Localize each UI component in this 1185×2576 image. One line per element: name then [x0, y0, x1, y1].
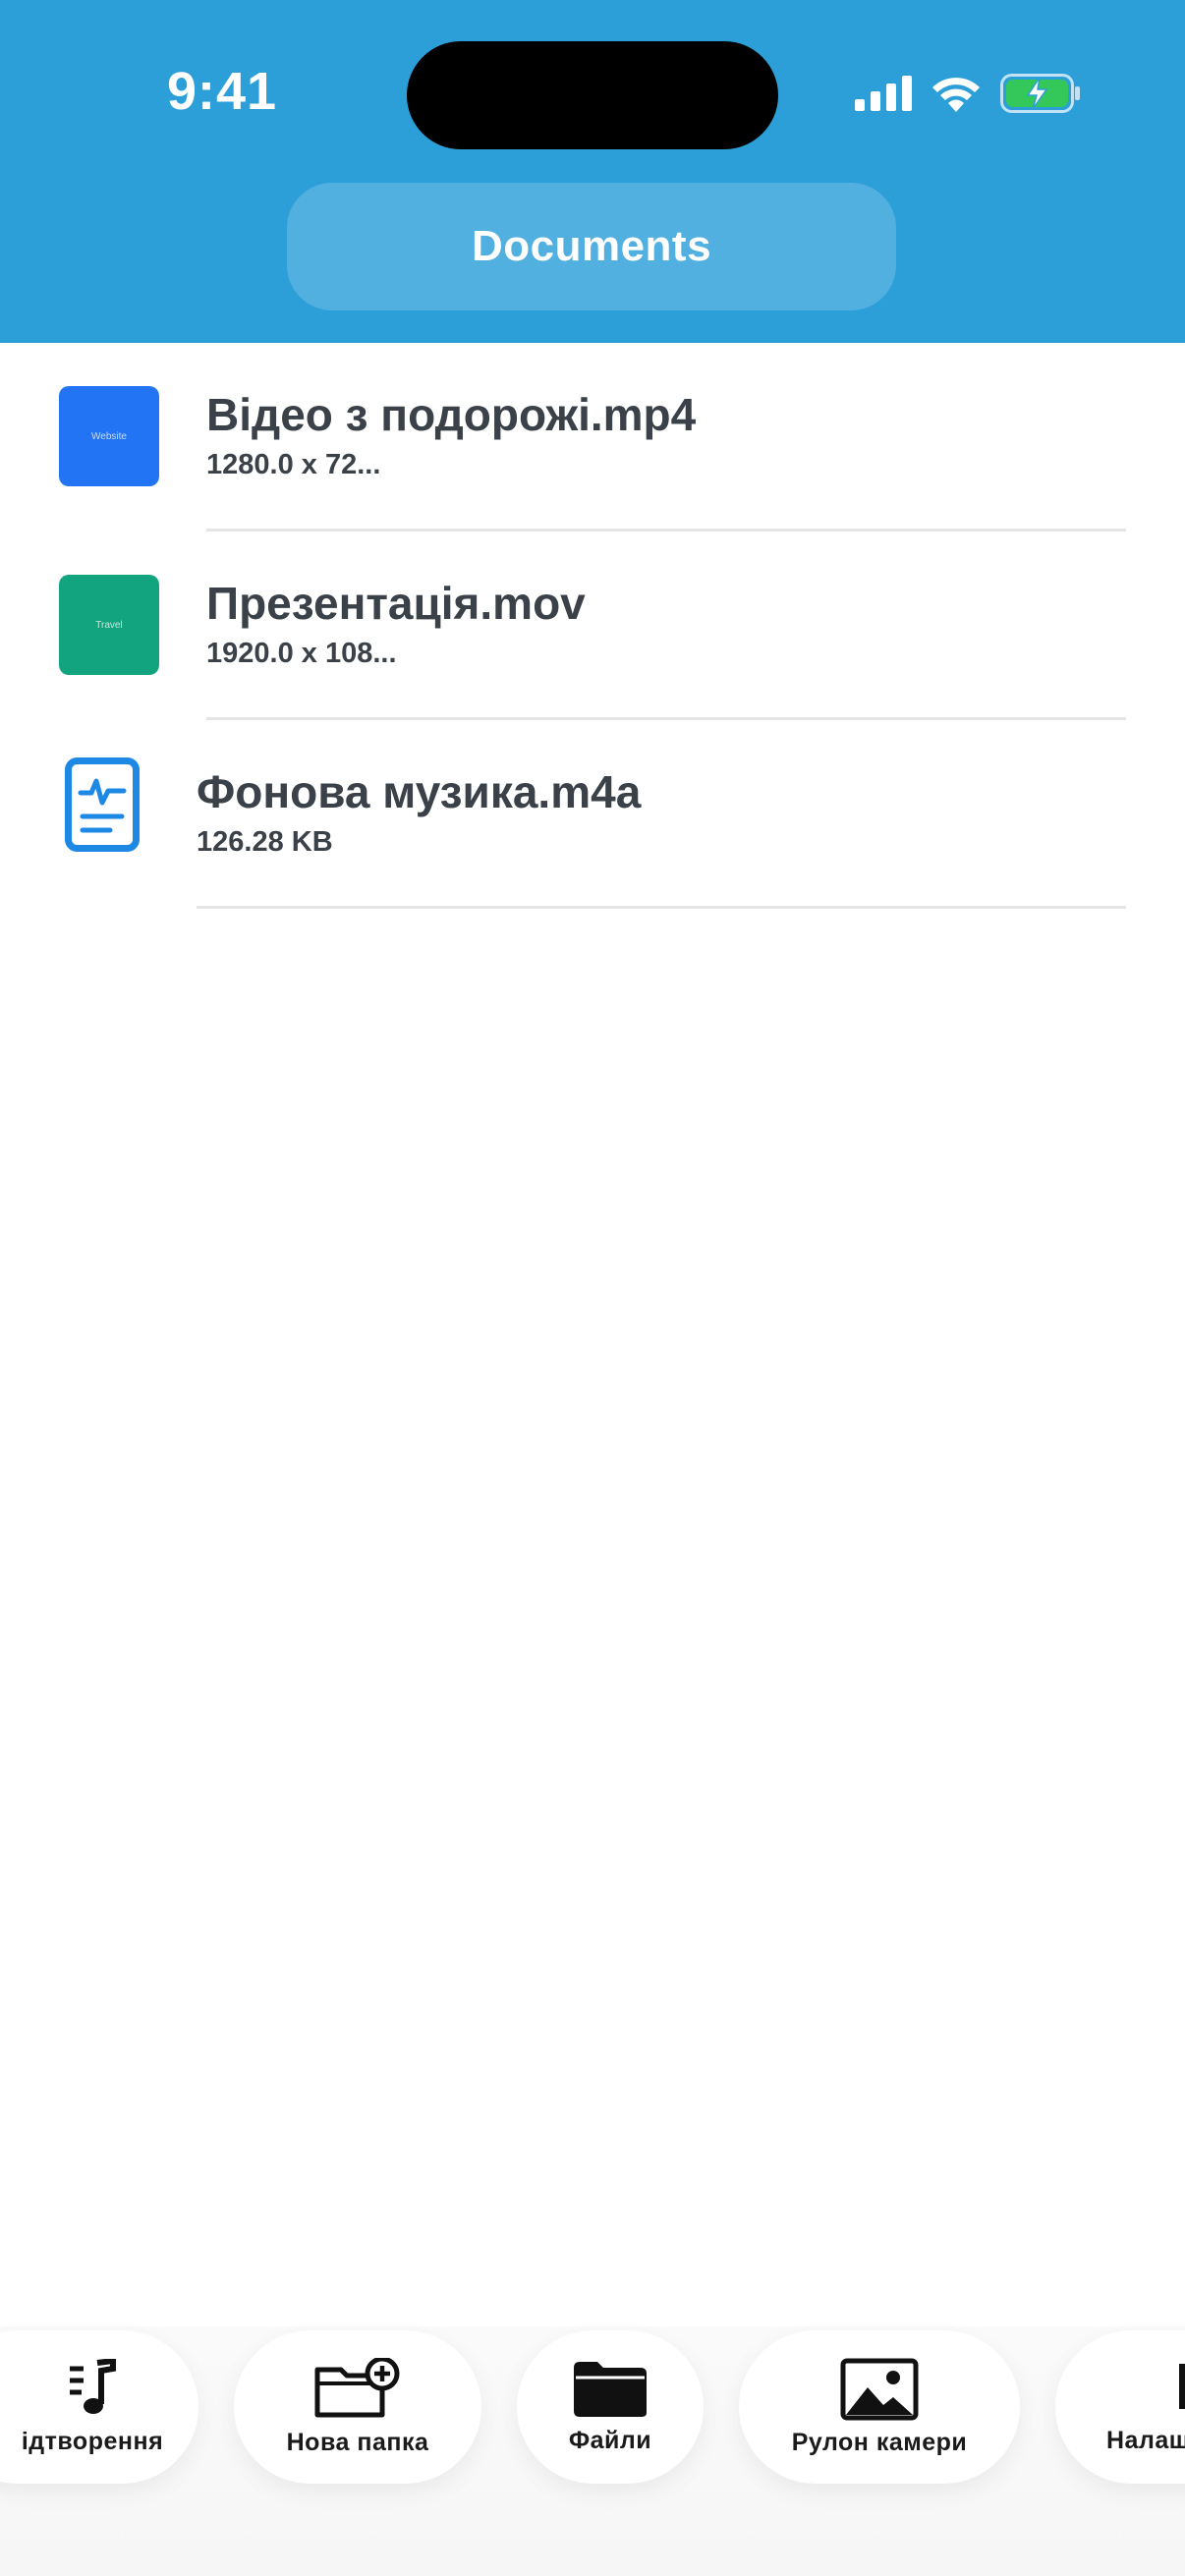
folder-plus-icon: [314, 2357, 400, 2417]
files-label: Файли: [568, 2426, 652, 2454]
battery-charging-icon: [1000, 74, 1080, 113]
page-title: Documents: [471, 222, 712, 270]
list-item[interactable]: Travel Презентація.mov 1920.0 x 108...: [0, 532, 1185, 720]
settings-button[interactable]: Налащ: [1055, 2330, 1185, 2484]
camera-roll-button[interactable]: Рулон камери: [739, 2330, 1020, 2484]
status-time: 9:41: [167, 62, 278, 121]
file-meta: 1920.0 x 108...: [206, 638, 397, 669]
new-folder-label: Нова папка: [286, 2428, 429, 2456]
audio-file-icon: [65, 757, 140, 852]
file-name: Відео з подорожі.mp4: [206, 389, 697, 440]
folder-icon: [574, 2361, 647, 2417]
file-meta: 1280.0 x 72...: [206, 449, 381, 480]
bottom-toolbar: ідтворення Нова папка Файли Рулон камери…: [0, 2326, 1185, 2576]
puzzle-icon: [1179, 2363, 1185, 2409]
list-item[interactable]: Website Відео з подорожі.mp4 1280.0 x 72…: [0, 343, 1185, 532]
wifi-icon: [932, 78, 980, 112]
dynamic-island: [407, 41, 778, 149]
file-name: Фонова музика.m4a: [197, 766, 642, 817]
cellular-signal-icon: [855, 76, 912, 111]
title-button[interactable]: Documents: [287, 183, 896, 310]
file-list: Website Відео з подорожі.mp4 1280.0 x 72…: [0, 343, 1185, 909]
playback-label: ідтворення: [21, 2427, 164, 2455]
screen: 9:41 Documents Website Відео з подорожі.…: [0, 0, 1185, 2576]
file-meta: 126.28 KB: [197, 826, 333, 858]
file-name: Презентація.mov: [206, 578, 586, 629]
video-thumbnail: Website: [59, 386, 159, 486]
files-button[interactable]: Файли: [517, 2330, 704, 2484]
photo-icon: [840, 2358, 919, 2420]
settings-label: Налащ: [1106, 2426, 1185, 2454]
camera-roll-label: Рулон камери: [791, 2428, 968, 2456]
playback-button[interactable]: ідтворення: [0, 2330, 198, 2484]
new-folder-button[interactable]: Нова папка: [234, 2330, 481, 2484]
playlist-music-icon: [70, 2358, 116, 2414]
list-item[interactable]: Фонова музика.m4a 126.28 KB: [0, 720, 1185, 909]
video-thumbnail: Travel: [59, 575, 159, 675]
divider: [197, 906, 1126, 909]
thumbnail-label: Travel: [95, 619, 123, 631]
status-icons: [855, 71, 1081, 116]
header: 9:41 Documents: [0, 0, 1185, 343]
thumbnail-label: Website: [91, 430, 127, 442]
